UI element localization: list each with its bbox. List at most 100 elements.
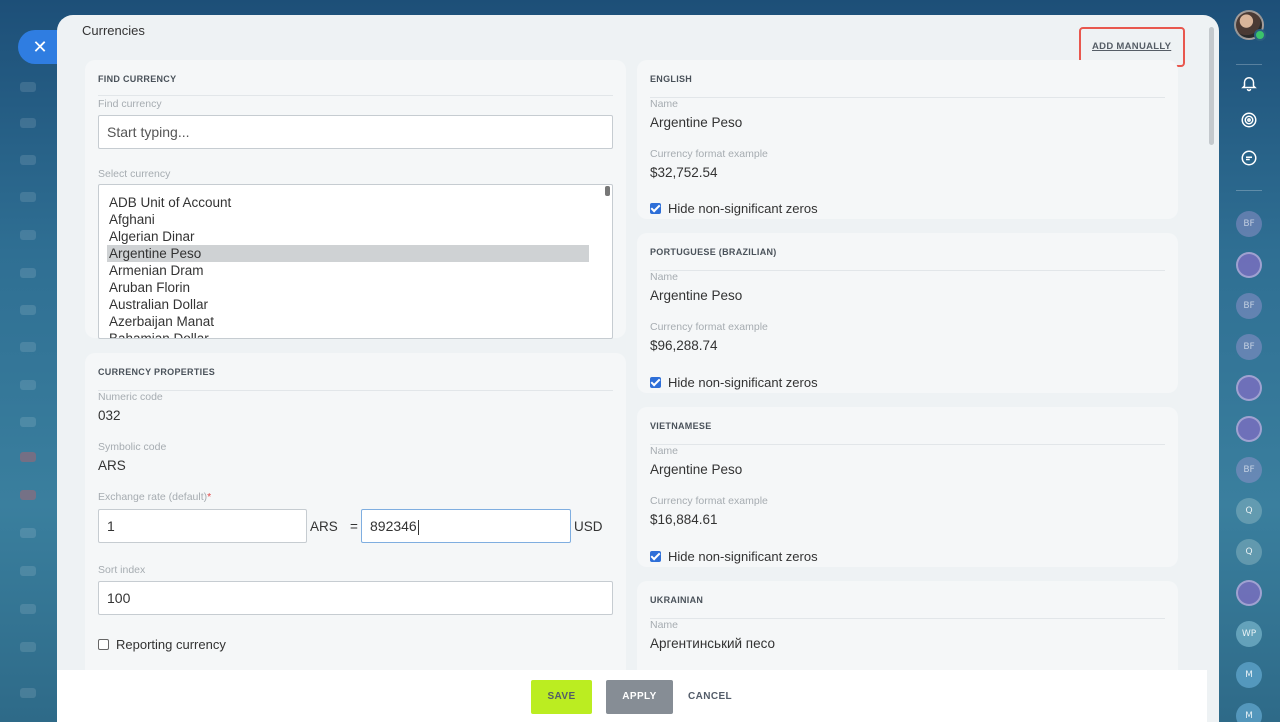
contact-avatar[interactable] bbox=[1236, 416, 1262, 442]
cancel-button[interactable]: CANCEL bbox=[685, 680, 735, 714]
name-value: Argentine Peso bbox=[650, 115, 743, 130]
save-button[interactable]: SAVE bbox=[531, 680, 592, 714]
background-nav-item bbox=[20, 342, 36, 352]
list-item[interactable]: Afghani bbox=[107, 211, 589, 228]
hide-zeros-checkbox[interactable] bbox=[650, 203, 661, 214]
list-item-selected[interactable]: Argentine Peso bbox=[107, 245, 589, 262]
name-label: Name bbox=[650, 271, 679, 283]
page-title: Currencies bbox=[82, 23, 145, 38]
contact-avatar[interactable]: Q bbox=[1236, 498, 1262, 524]
contact-avatar[interactable]: BF bbox=[1236, 334, 1262, 360]
language-card-ukrainian: UKRAINIAN Name Аргентинський песо bbox=[637, 581, 1178, 681]
reporting-currency-checkbox[interactable] bbox=[98, 639, 109, 650]
background-nav-item bbox=[20, 380, 36, 390]
background-nav-item bbox=[20, 452, 36, 462]
list-item[interactable]: Armenian Dram bbox=[107, 262, 589, 279]
rate-left-input[interactable]: 1 bbox=[98, 509, 307, 543]
right-sidebar: BF BF BF BF Q Q WP M M bbox=[1220, 0, 1280, 722]
chat-icon[interactable] bbox=[1236, 149, 1262, 175]
language-card-english: ENGLISH Name Argentine Peso Currency for… bbox=[637, 60, 1178, 219]
contact-avatar[interactable]: M bbox=[1236, 662, 1262, 688]
background-nav-item bbox=[20, 566, 36, 576]
list-item[interactable]: Bahamian Dollar bbox=[107, 330, 589, 338]
select-label: Select currency bbox=[98, 168, 171, 180]
background-nav-item bbox=[20, 604, 36, 614]
contact-avatar[interactable]: Q bbox=[1236, 539, 1262, 565]
format-value: $96,288.74 bbox=[650, 338, 718, 353]
rate-right-input[interactable]: 892346 bbox=[361, 509, 571, 543]
hide-zeros-checkbox[interactable] bbox=[650, 377, 661, 388]
currencies-dialog: Currencies ADD MANUALLY FIND CURRENCY Fi… bbox=[57, 15, 1219, 722]
format-value: $16,884.61 bbox=[650, 512, 718, 527]
currency-listbox[interactable]: ADB Unit of Account Afghani Algerian Din… bbox=[98, 184, 613, 339]
section-title: UKRAINIAN bbox=[650, 595, 704, 605]
status-play-icon bbox=[1254, 29, 1266, 41]
close-icon: ✕ bbox=[32, 37, 48, 57]
background-nav-item bbox=[20, 688, 36, 698]
background-nav-item bbox=[20, 528, 36, 538]
section-title: FIND CURRENCY bbox=[98, 74, 177, 84]
background-nav-item bbox=[20, 192, 36, 202]
background-nav-item bbox=[20, 82, 36, 92]
scrollbar[interactable] bbox=[1209, 27, 1214, 145]
numeric-code-value: 032 bbox=[98, 408, 121, 423]
divider bbox=[1236, 64, 1262, 65]
contact-avatar[interactable] bbox=[1236, 375, 1262, 401]
symbolic-code-value: ARS bbox=[98, 458, 126, 473]
list-item[interactable]: Australian Dollar bbox=[107, 296, 589, 313]
bell-icon[interactable] bbox=[1236, 74, 1262, 100]
contact-avatar[interactable]: BF bbox=[1236, 211, 1262, 237]
name-label: Name bbox=[650, 619, 679, 631]
divider bbox=[650, 270, 1165, 271]
divider bbox=[98, 390, 613, 391]
list-item[interactable]: Aruban Florin bbox=[107, 279, 589, 296]
divider bbox=[650, 618, 1165, 619]
sort-index-input[interactable]: 100 bbox=[98, 581, 613, 615]
list-item[interactable]: Algerian Dinar bbox=[107, 228, 589, 245]
contact-avatar[interactable]: BF bbox=[1236, 293, 1262, 319]
exchange-rate-label: Exchange rate (default)* bbox=[98, 491, 212, 503]
contact-avatar[interactable] bbox=[1236, 252, 1262, 278]
background-nav-item bbox=[20, 490, 36, 500]
name-value: Argentine Peso bbox=[650, 288, 743, 303]
hide-zeros-label: Hide non-significant zeros bbox=[668, 201, 818, 216]
language-card-vietnamese: VIETNAMESE Name Argentine Peso Currency … bbox=[637, 407, 1178, 567]
user-avatar[interactable] bbox=[1234, 10, 1266, 41]
background-nav-item bbox=[20, 642, 36, 652]
reporting-currency-label: Reporting currency bbox=[116, 637, 226, 652]
name-label: Name bbox=[650, 98, 679, 110]
section-title: PORTUGUESE (BRAZILIAN) bbox=[650, 247, 777, 257]
format-label: Currency format example bbox=[650, 495, 768, 507]
background-nav-item bbox=[20, 155, 36, 165]
listbox-scrollbar[interactable] bbox=[605, 186, 610, 196]
numeric-code-label: Numeric code bbox=[98, 391, 163, 403]
format-label: Currency format example bbox=[650, 148, 768, 160]
search-input[interactable]: Start typing... bbox=[98, 115, 613, 149]
add-manually-link[interactable]: ADD MANUALLY bbox=[1092, 41, 1171, 52]
name-value: Argentine Peso bbox=[650, 462, 743, 477]
contact-avatar[interactable] bbox=[1236, 580, 1262, 606]
background-nav-item bbox=[20, 268, 36, 278]
list-item[interactable]: Azerbaijan Manat bbox=[107, 313, 589, 330]
dialog-footer: SAVE APPLY CANCEL bbox=[57, 670, 1207, 722]
find-currency-card: FIND CURRENCY Find currency Start typing… bbox=[85, 60, 626, 339]
background-nav-item bbox=[20, 118, 36, 128]
background-nav-item bbox=[20, 230, 36, 240]
rate-right-unit: USD bbox=[574, 519, 603, 534]
section-title: CURRENCY PROPERTIES bbox=[98, 367, 216, 377]
close-button[interactable]: ✕ bbox=[18, 30, 58, 64]
divider bbox=[98, 95, 613, 96]
list-item[interactable]: ADB Unit of Account bbox=[107, 194, 589, 211]
equals-sign: = bbox=[350, 519, 358, 534]
apply-button[interactable]: APPLY bbox=[606, 680, 673, 714]
rate-left-unit: ARS bbox=[310, 519, 338, 534]
contact-avatar[interactable]: BF bbox=[1236, 457, 1262, 483]
copilot-icon[interactable] bbox=[1236, 111, 1262, 137]
background-left-strip bbox=[0, 0, 58, 722]
contact-avatar[interactable]: WP bbox=[1236, 621, 1262, 647]
sort-index-label: Sort index bbox=[98, 564, 146, 576]
contact-avatar[interactable]: M bbox=[1236, 703, 1262, 722]
hide-zeros-label: Hide non-significant zeros bbox=[668, 549, 818, 564]
hide-zeros-checkbox[interactable] bbox=[650, 551, 661, 562]
currency-properties-card: CURRENCY PROPERTIES Numeric code 032 Sym… bbox=[85, 353, 626, 683]
